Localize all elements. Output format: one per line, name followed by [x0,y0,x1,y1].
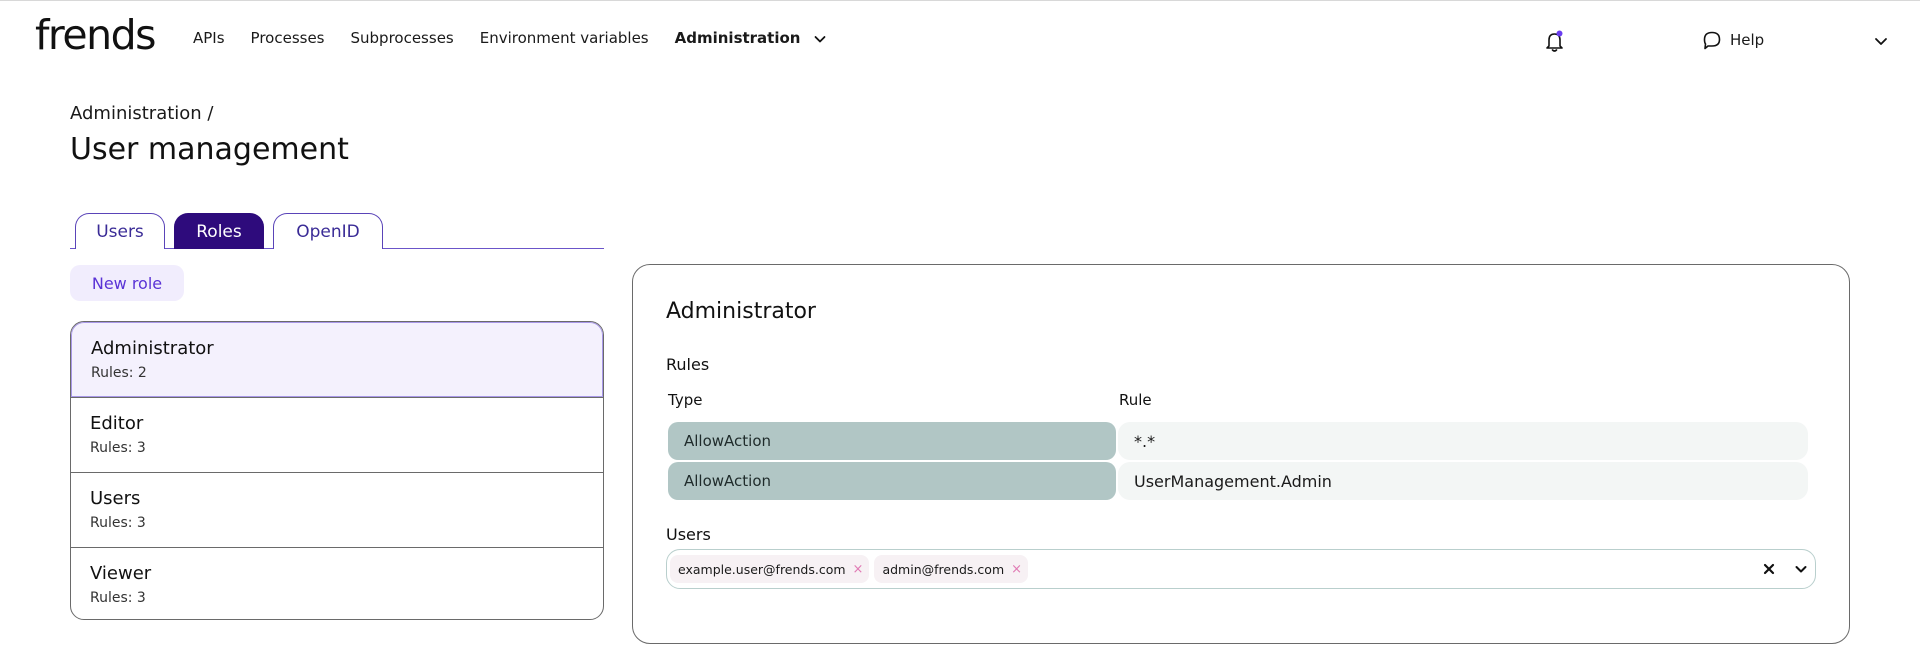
tab-openid[interactable]: OpenID [273,213,383,249]
tab-users[interactable]: Users [75,213,165,249]
bell-icon[interactable] [1544,29,1566,53]
chevron-down-icon[interactable] [812,31,828,47]
top-header: frends APIs Processes Subprocesses Envir… [0,1,1920,79]
users-section-label: Users [666,525,711,544]
breadcrumb[interactable]: Administration / [70,103,214,124]
rules-section-label: Rules [666,355,710,374]
chevron-down-icon[interactable] [1872,32,1890,50]
roles-list: Administrator Rules: 2 Editor Rules: 3 U… [70,321,604,620]
speech-bubble-icon [1703,31,1721,50]
main-nav: APIs Processes Subprocesses Environment … [193,29,828,47]
nav-administration[interactable]: Administration [675,29,801,47]
rule-type-select[interactable]: AllowAction [668,462,1116,500]
nav-subprocesses[interactable]: Subprocesses [351,29,454,47]
role-name: Administrator [91,338,214,359]
rule-row: AllowAction *.* [668,422,1808,460]
role-item-users[interactable]: Users Rules: 3 [71,472,603,547]
help-button[interactable]: Help [1702,30,1764,50]
users-multiselect[interactable]: example.user@frends.com × admin@frends.c… [666,549,1816,589]
rule-row: AllowAction UserManagement.Admin [668,462,1808,500]
user-chips: example.user@frends.com × admin@frends.c… [670,555,1033,583]
tab-roles[interactable]: Roles [174,213,264,249]
page-title: User management [70,132,349,167]
role-item-viewer[interactable]: Viewer Rules: 3 [71,547,603,619]
user-chip: admin@frends.com × [874,555,1029,583]
tab-bar: Users Roles OpenID [70,213,604,249]
nav-environment-variables[interactable]: Environment variables [480,29,649,47]
role-item-editor[interactable]: Editor Rules: 3 [71,397,603,472]
new-role-button[interactable]: New role [70,265,184,301]
column-header-rule: Rule [1119,391,1152,409]
role-rules-count: Rules: 3 [90,590,146,606]
column-header-type: Type [668,391,703,409]
role-rules-count: Rules: 2 [91,365,147,381]
rule-value-input[interactable]: UserManagement.Admin [1118,462,1808,500]
role-rules-count: Rules: 3 [90,440,146,456]
user-chip-label: admin@frends.com [882,561,1005,577]
chevron-down-icon[interactable] [1793,561,1809,577]
role-detail-panel: Administrator Rules Type Rule AllowActio… [632,264,1850,644]
frends-logo[interactable]: frends [35,11,157,59]
role-name: Viewer [90,563,152,584]
help-label: Help [1730,31,1765,49]
nav-processes[interactable]: Processes [251,29,325,47]
remove-chip-icon[interactable]: × [1011,562,1022,577]
role-item-administrator[interactable]: Administrator Rules: 2 [71,322,603,397]
role-detail-title: Administrator [666,299,816,324]
rule-type-select[interactable]: AllowAction [668,422,1116,460]
remove-chip-icon[interactable]: × [853,562,864,577]
nav-apis[interactable]: APIs [193,29,225,47]
user-chip-label: example.user@frends.com [678,561,846,577]
clear-all-icon[interactable] [1762,562,1776,576]
role-name: Users [90,488,141,509]
role-rules-count: Rules: 3 [90,515,146,531]
rule-value-input[interactable]: *.* [1118,422,1808,460]
header-actions: Help [1520,29,1920,53]
role-name: Editor [90,413,144,434]
user-chip: example.user@frends.com × [670,555,870,583]
